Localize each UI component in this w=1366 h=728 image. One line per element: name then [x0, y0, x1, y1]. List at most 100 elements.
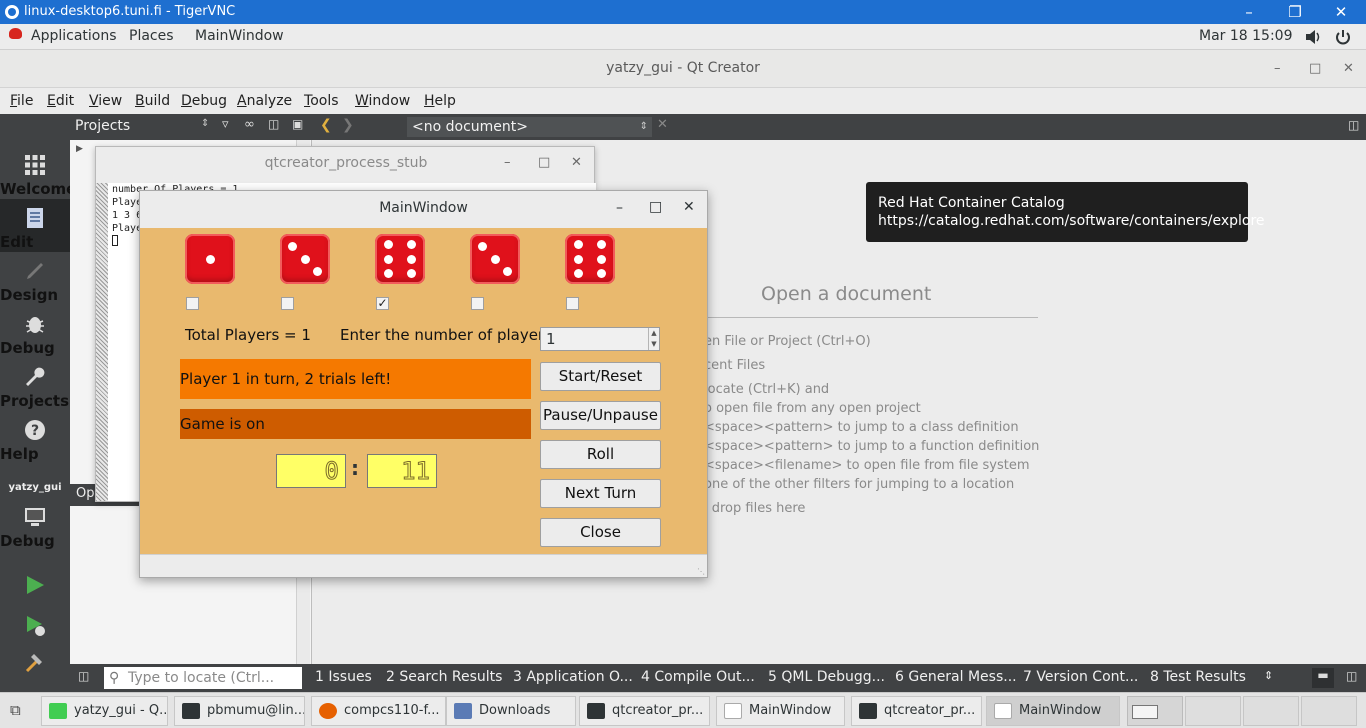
maximize-icon[interactable]: □ [1309, 61, 1321, 76]
restore-icon[interactable]: ❐ [1284, 1, 1306, 23]
debug-run-icon[interactable] [24, 614, 46, 638]
die-pip [205, 254, 215, 264]
minimize-icon[interactable]: – [504, 155, 511, 170]
mode-edit[interactable]: Edit [0, 199, 70, 252]
terminal-icon [182, 703, 200, 719]
workspace-3[interactable] [1243, 696, 1299, 726]
resize-grip-icon[interactable]: ⋱ [697, 567, 705, 576]
back-icon[interactable]: ❮ [320, 117, 332, 133]
next-turn-button[interactable]: Next Turn [540, 479, 661, 508]
output-toggle-icon[interactable]: ▬ [1312, 668, 1334, 688]
power-icon[interactable] [1335, 29, 1351, 45]
vnc-title-bar: linux-desktop6.tuni.fi - TigerVNC – ❐ ✕ [0, 0, 1366, 24]
workspace-1[interactable] [1127, 696, 1183, 726]
places-menu[interactable]: Places [129, 28, 174, 44]
menu-help[interactable]: Help [424, 93, 456, 109]
die-pip [384, 240, 393, 249]
minimize-icon[interactable]: – [1274, 61, 1281, 76]
tab-compile-output[interactable]: 4 Compile Out... [641, 669, 755, 685]
terminal-scrollbar[interactable] [96, 183, 108, 501]
lock-die-3-checkbox[interactable]: ✓ [376, 297, 389, 310]
yatzy-main-window[interactable]: MainWindow – □ ✕ ✓ Total Players = 1 Ent… [139, 190, 708, 578]
forward-icon[interactable]: ❯ [342, 117, 354, 133]
close-button[interactable]: Close [540, 518, 661, 547]
kit-selector[interactable]: Debug [0, 498, 70, 551]
taskbar-item[interactable]: MainWindow [716, 696, 845, 726]
pause-unpause-button[interactable]: Pause/Unpause [540, 401, 661, 430]
workspace-4[interactable] [1301, 696, 1357, 726]
toggle-right-sidebar-icon[interactable]: ◫ [1346, 669, 1357, 683]
taskbar-item[interactable]: pbmumu@lin... [174, 696, 305, 726]
hint-line: one of the other filters for jumping to … [704, 477, 1015, 492]
die-pip [300, 254, 310, 264]
taskbar-item[interactable]: Downloads [446, 696, 576, 726]
minimize-icon[interactable]: – [616, 200, 623, 216]
lock-die-1-checkbox[interactable] [186, 297, 199, 310]
minimize-icon[interactable]: – [1238, 1, 1260, 23]
locator-input[interactable]: ⚲ Type to locate (Ctrl... [104, 667, 302, 689]
maximize-icon[interactable]: □ [538, 155, 550, 170]
spin-arrows-icon[interactable]: ▲ ▼ [648, 328, 659, 350]
tab-search-results[interactable]: 2 Search Results [386, 669, 502, 685]
build-hammer-icon[interactable] [24, 651, 46, 673]
taskbar-item[interactable]: qtcreator_pr... [851, 696, 982, 726]
close-pane-icon[interactable]: ▣ [292, 117, 303, 131]
close-icon[interactable]: ✕ [1343, 61, 1354, 76]
menu-analyze[interactable]: Analyze [237, 93, 292, 109]
taskbar-item[interactable]: compcs110-f... [311, 696, 446, 726]
enter-players-label: Enter the number of players: [340, 326, 557, 344]
close-icon[interactable]: ✕ [571, 155, 582, 170]
mode-projects[interactable]: Projects [0, 358, 70, 411]
tab-qml-debugger[interactable]: 5 QML Debugg... [768, 669, 885, 685]
menu-view[interactable]: View [89, 93, 122, 109]
close-icon[interactable]: ✕ [683, 199, 695, 215]
volume-icon[interactable] [1305, 29, 1321, 45]
split-icon[interactable]: ◫ [268, 117, 279, 131]
selector-arrows-icon[interactable]: ⇕ [201, 118, 209, 129]
document-selector[interactable]: <no document> ⇕ [407, 117, 652, 137]
applications-menu[interactable]: Applications [31, 28, 117, 44]
close-document-icon[interactable]: ✕ [657, 117, 668, 132]
mode-welcome[interactable]: Welcome [0, 146, 76, 199]
menu-debug[interactable]: Debug [181, 93, 227, 109]
menu-file[interactable]: File [10, 93, 33, 109]
players-spinbox[interactable]: 1 ▲ ▼ [540, 327, 660, 351]
active-app-menu[interactable]: MainWindow [195, 28, 284, 44]
mode-help[interactable]: ? Help [0, 411, 70, 464]
link-icon[interactable]: ∞ [244, 117, 255, 132]
maximize-icon[interactable]: □ [649, 199, 662, 215]
tab-version-control[interactable]: 7 Version Cont... [1023, 669, 1138, 685]
lock-die-2-checkbox[interactable] [281, 297, 294, 310]
filter-icon[interactable]: ▿ [222, 117, 229, 132]
tabs-arrows-icon[interactable]: ⇕ [1264, 669, 1273, 682]
menu-edit[interactable]: Edit [47, 93, 74, 109]
show-desktop-icon[interactable]: ⧉ [10, 701, 21, 719]
die-3 [375, 234, 425, 284]
lock-die-5-checkbox[interactable] [566, 297, 579, 310]
clock[interactable]: Mar 18 15:09 [1199, 28, 1292, 44]
expand-arrow-icon[interactable]: ▶ [76, 144, 83, 154]
start-reset-button[interactable]: Start/Reset [540, 362, 661, 391]
tab-application-output[interactable]: 3 Application O... [513, 669, 633, 685]
roll-button[interactable]: Roll [540, 440, 661, 469]
tab-test-results[interactable]: 8 Test Results [1150, 669, 1246, 685]
workspace-2[interactable] [1185, 696, 1241, 726]
mode-debug[interactable]: Debug [0, 305, 70, 358]
tab-general-messages[interactable]: 6 General Mess... [895, 669, 1017, 685]
menu-bar: File Edit View Build Debug Analyze Tools… [0, 88, 1366, 114]
menu-window[interactable]: Window [355, 93, 410, 109]
taskbar-item[interactable]: qtcreator_pr... [579, 696, 710, 726]
tab-issues[interactable]: 1 Issues [315, 669, 372, 685]
lock-die-4-checkbox[interactable] [471, 297, 484, 310]
menu-tools[interactable]: Tools [304, 93, 339, 109]
projects-selector[interactable]: Projects [75, 118, 130, 134]
taskbar-item-active[interactable]: MainWindow [986, 696, 1120, 726]
mode-design[interactable]: Design [0, 252, 70, 305]
menu-build[interactable]: Build [135, 93, 170, 109]
run-icon[interactable] [24, 574, 46, 596]
split-editor-icon[interactable]: ◫ [1348, 118, 1359, 132]
close-icon[interactable]: ✕ [1330, 1, 1352, 23]
qt-icon [49, 703, 67, 719]
taskbar-item[interactable]: yatzy_gui - Q... [41, 696, 168, 726]
toggle-sidebar-icon[interactable]: ◫ [78, 669, 89, 683]
